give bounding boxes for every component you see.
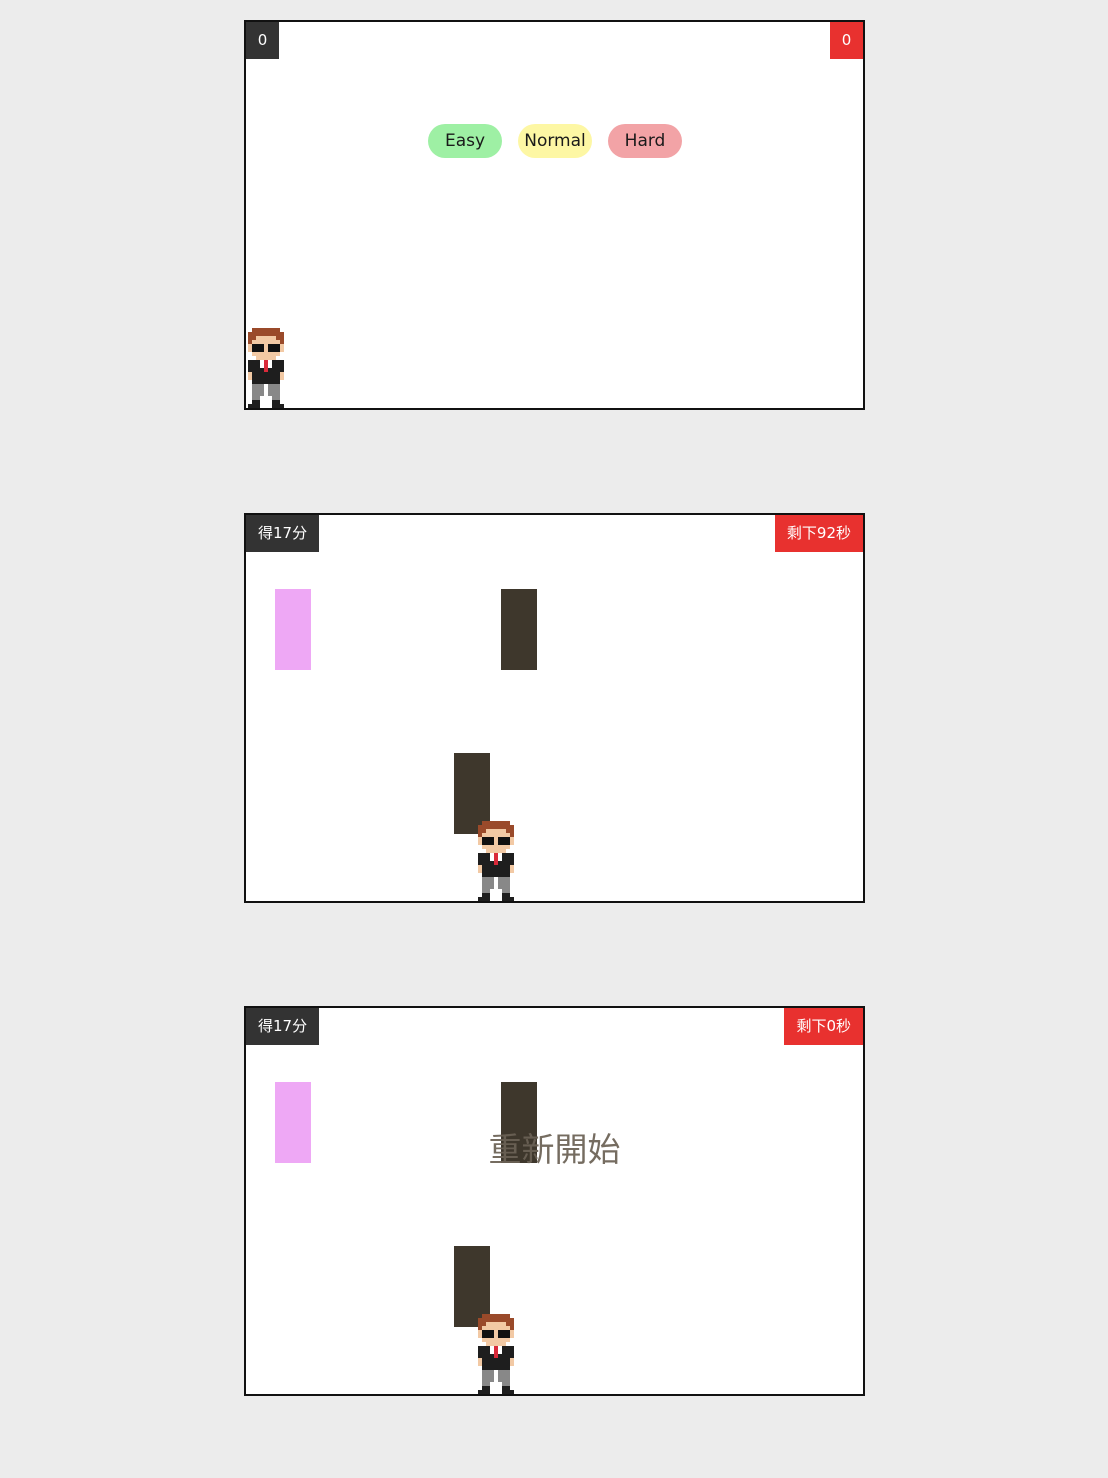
restart-button[interactable]: 重新開始 [246, 1130, 863, 1170]
hard-button[interactable]: Hard [608, 124, 682, 158]
score-display: 得17分 [246, 1008, 320, 1045]
time-display: 剩下0秒 [784, 1008, 863, 1045]
player-character-icon[interactable] [478, 819, 514, 901]
score-display: 0 [246, 22, 279, 59]
time-display: 剩下92秒 [774, 515, 863, 552]
game-screen-over[interactable]: 得17分 剩下0秒 重新開始 [244, 1006, 865, 1396]
time-display: 0 [830, 22, 863, 59]
player-character-icon[interactable] [248, 326, 284, 408]
normal-button[interactable]: Normal [518, 124, 592, 158]
obstacle-block [501, 589, 537, 670]
game-screen-playing[interactable]: 得17分 剩下92秒 [244, 513, 865, 903]
difficulty-selector: Easy Normal Hard [428, 124, 684, 158]
easy-button[interactable]: Easy [428, 124, 502, 158]
bonus-block [275, 589, 311, 670]
player-character-icon[interactable] [478, 1312, 514, 1394]
game-screen-start[interactable]: 0 0 Easy Normal Hard [244, 20, 865, 410]
score-display: 得17分 [246, 515, 320, 552]
